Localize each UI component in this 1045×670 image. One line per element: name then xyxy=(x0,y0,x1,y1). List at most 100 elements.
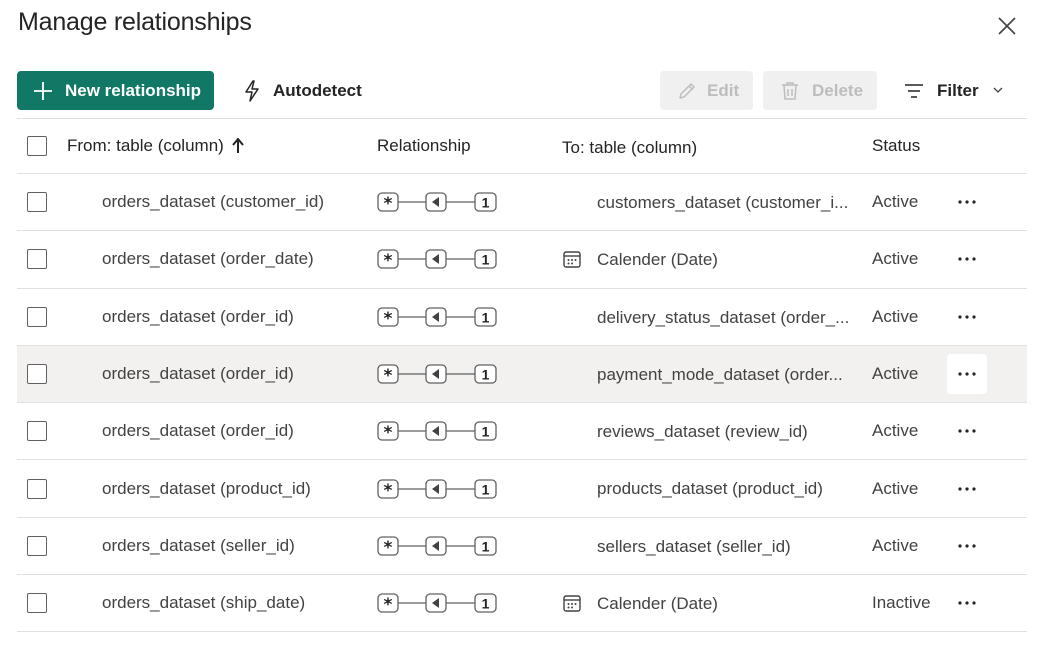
to-column: reviews_dataset (review_id) xyxy=(597,422,808,442)
one-label: 1 xyxy=(482,596,490,612)
row-checkbox[interactable] xyxy=(27,535,47,556)
toolbar: New relationship Autodetect Edit Delete … xyxy=(17,71,1027,111)
from-column: orders_dataset (order_id) xyxy=(102,306,294,326)
relationships-table: From: table (column) Relationship To: ta… xyxy=(17,118,1027,633)
calendar-icon xyxy=(562,231,582,287)
relationship-cardinality: * 1 xyxy=(377,403,499,459)
more-options-button[interactable] xyxy=(947,239,987,279)
table-row[interactable]: orders_dataset (customer_id) * 1 customers_… xyxy=(17,174,1027,232)
more-icon xyxy=(958,429,976,433)
table-row[interactable]: orders_dataset (order_date) * 1 Calender (D… xyxy=(17,231,1027,289)
header-from[interactable]: From: table (column) xyxy=(67,119,244,173)
to-column: customers_dataset (customer_i... xyxy=(597,193,849,212)
many-to-one-icon: * 1 xyxy=(377,593,497,615)
dialog-title: Manage relationships xyxy=(18,8,252,36)
to-column: sellers_dataset (seller_id) xyxy=(597,536,791,556)
from-column: orders_dataset (order_date) xyxy=(102,249,314,269)
autodetect-button[interactable]: Autodetect xyxy=(243,71,362,110)
row-checkbox[interactable] xyxy=(27,364,47,385)
delete-button[interactable]: Delete xyxy=(763,71,877,110)
from-column: orders_dataset (order_id) xyxy=(102,421,294,441)
status-text: Active xyxy=(872,421,919,441)
many-label: * xyxy=(384,595,393,615)
one-label: 1 xyxy=(482,424,490,440)
relationship-cardinality: * 1 xyxy=(377,289,499,345)
table-row[interactable]: orders_dataset (product_id) * 1 products_da… xyxy=(17,460,1027,518)
header-to[interactable]: To: table (column) xyxy=(562,119,817,173)
edit-label: Edit xyxy=(707,80,740,100)
more-options-button[interactable] xyxy=(947,297,987,337)
status-text: Active xyxy=(872,306,919,326)
from-column: orders_dataset (seller_id) xyxy=(102,535,295,555)
from-column: orders_dataset (ship_date) xyxy=(102,593,306,613)
relationship-cardinality: * 1 xyxy=(377,518,499,574)
more-options-button[interactable] xyxy=(947,411,987,451)
one-label: 1 xyxy=(482,309,490,325)
filter-button[interactable]: Filter xyxy=(905,71,1003,110)
close-icon xyxy=(998,17,1016,35)
many-to-one-icon: * 1 xyxy=(377,192,497,214)
to-column: delivery_status_dataset (order_... xyxy=(597,307,850,327)
more-icon xyxy=(958,200,976,204)
relationship-cardinality: * 1 xyxy=(377,346,499,402)
table-row[interactable]: orders_dataset (order_id) * 1 payment_mode_… xyxy=(17,345,1027,404)
more-options-button[interactable] xyxy=(947,354,987,395)
table-header: From: table (column) Relationship To: ta… xyxy=(17,119,1027,174)
from-column: orders_dataset (product_id) xyxy=(102,478,311,498)
select-all-checkbox[interactable] xyxy=(27,136,47,156)
status-text: Active xyxy=(872,249,919,269)
filter-label: Filter xyxy=(937,80,979,100)
status-text: Inactive xyxy=(872,593,931,613)
plus-icon xyxy=(34,81,52,100)
more-options-button[interactable] xyxy=(947,469,987,509)
many-to-one-icon: * 1 xyxy=(377,307,497,329)
header-relationship[interactable]: Relationship xyxy=(377,119,471,173)
lightning-icon xyxy=(245,79,259,102)
sort-ascending-icon xyxy=(232,138,244,154)
status-text: Active xyxy=(872,535,919,555)
many-label: * xyxy=(384,194,393,214)
table-row[interactable]: orders_dataset (ship_date) * 1 Calender (Da… xyxy=(17,575,1027,633)
row-checkbox[interactable] xyxy=(27,306,47,327)
one-label: 1 xyxy=(482,538,490,554)
row-checkbox[interactable] xyxy=(27,192,47,213)
chevron-down-icon xyxy=(993,87,1003,93)
table-body: orders_dataset (customer_id) * 1 customers_… xyxy=(17,174,1027,633)
table-row[interactable]: orders_dataset (seller_id) * 1 sellers_data… xyxy=(17,518,1027,576)
more-icon xyxy=(958,544,976,548)
from-column: orders_dataset (customer_id) xyxy=(102,192,325,212)
table-row[interactable]: orders_dataset (order_id) * 1 delivery_stat… xyxy=(17,289,1027,346)
one-label: 1 xyxy=(482,481,490,497)
relationship-cardinality: * 1 xyxy=(377,231,499,287)
row-checkbox[interactable] xyxy=(27,249,47,270)
autodetect-label: Autodetect xyxy=(273,80,362,100)
more-options-button[interactable] xyxy=(947,583,987,623)
many-to-one-icon: * 1 xyxy=(377,478,497,501)
many-label: * xyxy=(384,366,393,386)
more-options-button[interactable] xyxy=(947,526,987,566)
row-checkbox[interactable] xyxy=(27,421,47,442)
filter-icon xyxy=(905,83,923,98)
edit-button[interactable]: Edit xyxy=(660,71,753,110)
header-status[interactable]: Status xyxy=(872,119,920,173)
close-button[interactable] xyxy=(993,12,1021,40)
many-label: * xyxy=(384,309,393,329)
more-options-button[interactable] xyxy=(947,182,987,222)
relationship-cardinality: * 1 xyxy=(377,174,499,230)
header-from-label: From: table (column) xyxy=(67,136,224,155)
new-relationship-button[interactable]: New relationship xyxy=(17,71,214,110)
more-icon xyxy=(958,372,976,376)
one-label: 1 xyxy=(482,195,490,211)
header-status-label: Status xyxy=(872,136,921,155)
table-row[interactable]: orders_dataset (order_id) * 1 reviews_datas… xyxy=(17,403,1027,461)
pencil-icon xyxy=(679,82,695,99)
new-relationship-label: New relationship xyxy=(65,80,202,100)
row-checkbox[interactable] xyxy=(27,478,47,499)
row-checkbox[interactable] xyxy=(27,593,47,614)
many-label: * xyxy=(384,538,393,558)
more-icon xyxy=(958,601,976,605)
to-column: payment_mode_dataset (order... xyxy=(597,364,843,384)
from-column: orders_dataset (order_id) xyxy=(102,364,294,384)
relationship-cardinality: * 1 xyxy=(377,575,499,631)
many-label: * xyxy=(384,481,393,501)
